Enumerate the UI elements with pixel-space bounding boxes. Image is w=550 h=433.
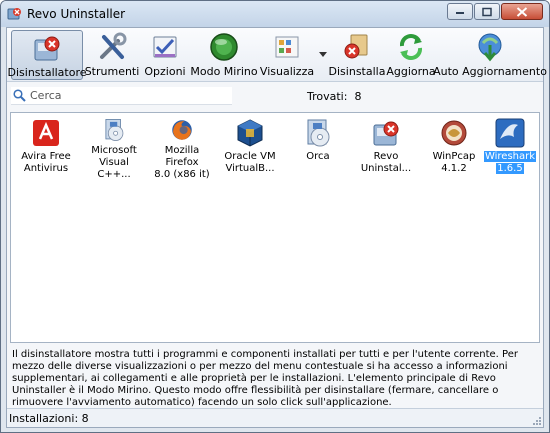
close-icon	[516, 6, 528, 17]
view-dropdown-chevron-icon[interactable]	[319, 52, 327, 58]
hunter-mode-icon	[210, 33, 238, 61]
list-item-revo[interactable]: Revo Uninstal...	[353, 117, 419, 181]
tools-icon	[100, 32, 127, 59]
list-item-firefox[interactable]: Mozilla Firefox 8.0 (x86 it)	[149, 117, 215, 181]
search-row: Trovati: 8	[7, 84, 543, 110]
program-name: Revo	[373, 151, 399, 162]
avira-icon	[33, 120, 59, 146]
search-input[interactable]	[30, 88, 228, 103]
uninstaller-icon	[34, 36, 60, 61]
minimize-icon	[456, 11, 464, 14]
program-name: VirtualB...	[225, 163, 275, 174]
maximize-button[interactable]	[474, 3, 500, 20]
program-name: Uninstal...	[360, 163, 412, 174]
toolbar-uninstall-button[interactable]: Disinstalla	[328, 30, 386, 80]
program-name: WinPcap 4.1.2	[432, 151, 476, 174]
toolbar: Disinstallatore Strumenti Opzioni Modo M…	[7, 28, 547, 82]
program-name: Mozilla Firefox	[164, 145, 200, 168]
options-icon	[153, 36, 177, 58]
toolbar-label: Auto Aggiornamento	[433, 65, 547, 78]
list-item-virtualbox[interactable]: Oracle VM VirtualB...	[217, 117, 283, 181]
minimize-button[interactable]	[447, 3, 473, 20]
program-name: Avira Free	[21, 151, 71, 162]
toolbar-refresh-button[interactable]: Aggiorna	[385, 30, 437, 80]
list-item-avira[interactable]: Avira Free Antivirus	[13, 117, 79, 181]
list-item-wireshark[interactable]: Wireshark 1.6.5	[477, 117, 543, 181]
refresh-icon	[399, 34, 423, 60]
found-value: 8	[354, 90, 362, 103]
window-title: Revo Uninstaller	[27, 7, 126, 21]
wireshark-icon	[495, 118, 525, 148]
toolbar-label: Disinstalla	[328, 65, 386, 78]
uninstall-icon	[344, 34, 368, 59]
toolbar-label: Visualizza	[259, 65, 315, 78]
toolbar-auto-update-button[interactable]: Auto Aggiornamento	[433, 30, 547, 80]
installer-disc-icon	[105, 119, 124, 141]
toolbar-label: Aggiorna	[386, 65, 436, 78]
program-name: Antivirus	[23, 163, 69, 174]
program-name: Oracle VM	[224, 151, 276, 162]
program-name: Visual C++...	[97, 157, 131, 180]
app-window: Revo Uninstaller Disinstallatore Strumen…	[0, 0, 550, 433]
auto-update-icon	[478, 33, 502, 62]
maximize-icon	[482, 7, 492, 16]
description-text: Il disinstallatore mostra tutti i progra…	[12, 349, 518, 408]
resize-grip-icon[interactable]	[530, 414, 542, 426]
list-item-orca[interactable]: Orca	[285, 117, 351, 181]
virtualbox-icon	[237, 119, 263, 147]
installer-disc-icon	[307, 119, 330, 147]
program-name: 8.0 (x86 it)	[154, 169, 210, 180]
program-name: Wireshark	[483, 151, 537, 162]
toolbar-label: Strumenti	[84, 65, 140, 78]
app-icon	[7, 8, 21, 20]
toolbar-options-button[interactable]: Opzioni	[143, 30, 187, 80]
status-bar: Installazioni: 8	[7, 408, 543, 427]
toolbar-hunter-mode-button[interactable]: Modo Mirino	[190, 30, 258, 80]
list-item-msvc[interactable]: Microsoft Visual C++...	[81, 117, 147, 181]
title-bar[interactable]: Revo Uninstaller	[1, 1, 549, 27]
toolbar-tools-button[interactable]: Strumenti	[84, 30, 140, 80]
toolbar-label: Disinstallatore	[7, 66, 87, 79]
toolbar-view-button[interactable]: Visualizza	[259, 30, 315, 80]
program-name: Microsoft	[91, 145, 137, 156]
firefox-icon	[172, 120, 192, 140]
found-label: Trovati:	[307, 90, 348, 103]
program-list[interactable]: Avira Free Antivirus Microsoft Visual C++.…	[10, 112, 540, 343]
winpcap-icon	[441, 120, 467, 146]
search-box[interactable]	[11, 87, 232, 105]
close-button[interactable]	[501, 3, 543, 20]
uninstaller-icon	[373, 121, 399, 146]
search-icon	[13, 89, 26, 102]
toolbar-label: Opzioni	[144, 65, 186, 78]
program-name: Orca	[306, 151, 330, 162]
main-panel: Disinstallatore Strumenti Opzioni Modo M…	[6, 27, 547, 428]
view-icon	[275, 36, 299, 58]
toolbar-uninstaller-button[interactable]: Disinstallatore	[8, 30, 87, 80]
toolbar-label: Modo Mirino	[190, 65, 258, 78]
installations-count: Installazioni: 8	[9, 412, 89, 425]
program-name: 1.6.5	[496, 163, 524, 174]
found-count: Trovati: 8	[307, 90, 361, 103]
